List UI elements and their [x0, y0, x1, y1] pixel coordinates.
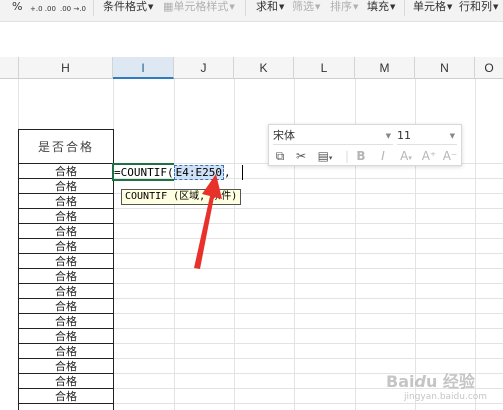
column-header-M[interactable]: M	[355, 57, 415, 79]
grid-line	[113, 238, 503, 239]
table-header-cell[interactable]: 是否合格	[19, 130, 113, 165]
grid-line	[113, 208, 503, 209]
row-col-button[interactable]: 行和列▼	[459, 0, 498, 18]
font-color-icon[interactable]: A▾	[395, 148, 417, 164]
column-header-bar: H I J K L M N O	[0, 57, 503, 79]
grid-line	[113, 268, 503, 269]
grid-line	[113, 358, 503, 359]
table-cell[interactable]: 合格	[19, 209, 113, 224]
row-col-label: 行和列	[459, 0, 492, 13]
table-cell[interactable]: 合格	[19, 314, 113, 329]
font-size-select[interactable]: 11 ▼	[397, 129, 457, 145]
chevron-down-icon: ▼	[148, 3, 154, 11]
formula-range-reference: E4:E250	[173, 165, 224, 180]
formula-suffix: ,	[223, 166, 231, 179]
table-cell[interactable]: 合格	[19, 269, 113, 284]
column-header-N[interactable]: N	[415, 57, 475, 79]
column-header-H[interactable]: H	[19, 57, 113, 79]
grid-line	[234, 79, 235, 410]
table-cell[interactable]: 合格	[19, 374, 113, 389]
column-header-L[interactable]: L	[294, 57, 355, 79]
chevron-down-icon: ▼	[385, 132, 391, 140]
column-header-K[interactable]: K	[234, 57, 294, 79]
table-cell[interactable]: 合格	[19, 254, 113, 269]
column-header-I[interactable]: I	[113, 57, 174, 79]
grid-line	[113, 223, 503, 224]
decrease-decimal-button[interactable]: .00 →.0	[60, 2, 86, 20]
toolbar-divider	[93, 0, 94, 16]
formula-prefix: =COUNTIF(	[114, 166, 174, 179]
chevron-down-icon: ▼	[229, 3, 235, 11]
grid-line	[475, 79, 476, 410]
sum-button[interactable]: 求和▼	[256, 0, 284, 18]
baidu-watermark-url: jingyan.baidu.com	[404, 392, 488, 402]
increase-decimal-button[interactable]: +.0 .00	[30, 2, 56, 20]
conditional-format-button[interactable]: 条件格式▼	[103, 0, 153, 18]
sort-label: 排序	[330, 0, 352, 13]
table-cell[interactable]: 合格	[19, 164, 113, 179]
table-cell[interactable]: 合格	[19, 299, 113, 314]
cell-style-label: 单元格样式	[173, 0, 229, 13]
grid-line	[113, 313, 503, 314]
increase-font-icon[interactable]: A⁺	[421, 148, 437, 164]
paste-icon[interactable]: ▤▾	[314, 148, 336, 164]
grid-line	[113, 298, 503, 299]
fill-label: 填充	[367, 0, 389, 13]
ribbon-toolbar: % +.0 .00 .00 →.0 条件格式▼ ▦单元格样式▼ 求和▼ 筛选▼ …	[0, 0, 503, 22]
chevron-down-icon: ▼	[493, 3, 499, 11]
grid-line	[113, 283, 503, 284]
fill-button[interactable]: 填充▼	[367, 0, 395, 18]
cell-button[interactable]: 单元格▼	[413, 0, 452, 18]
grid-line	[113, 343, 503, 344]
chevron-down-icon: ▼	[447, 3, 453, 11]
italic-icon[interactable]: I	[375, 148, 391, 164]
chevron-down-icon: ▼	[315, 3, 321, 11]
copy-icon[interactable]: ⧉	[272, 148, 288, 164]
column-header-O[interactable]: O	[475, 57, 503, 79]
decrease-font-icon[interactable]: A⁻	[442, 148, 458, 164]
text-caret	[242, 165, 243, 180]
filter-button[interactable]: 筛选▼	[292, 0, 320, 18]
table-cell[interactable]: 合格	[19, 329, 113, 344]
table-cell[interactable]: 合格	[19, 194, 113, 209]
grid-line	[174, 79, 175, 410]
table-border	[18, 403, 114, 404]
conditional-format-label: 条件格式	[103, 0, 147, 13]
font-size-value: 11	[397, 129, 411, 142]
floating-format-toolbar: 宋体 ▼ 11 ▼ ⧉ ✂ ▤▾ | B I A▾ A⁺ A⁻	[268, 124, 462, 166]
table-cell[interactable]: 合格	[19, 359, 113, 374]
cell-label: 单元格	[413, 0, 446, 13]
function-tooltip: COUNTIF (区域, 条件)	[121, 189, 242, 205]
chevron-down-icon: ▼	[390, 3, 396, 11]
table-cell[interactable]: 合格	[19, 179, 113, 194]
grid-line	[113, 403, 503, 404]
filter-label: 筛选	[292, 0, 314, 13]
column-header-G[interactable]	[0, 57, 19, 79]
table-cell[interactable]: 合格	[19, 284, 113, 299]
grid-line	[113, 328, 503, 329]
cell-formula-editor[interactable]: =COUNTIF(E4:E250,	[114, 165, 231, 181]
chevron-down-icon: ▼	[279, 3, 285, 11]
percent-style-button[interactable]: %	[12, 0, 22, 18]
font-name-select[interactable]: 宋体 ▼	[273, 129, 393, 145]
column-header-J[interactable]: J	[174, 57, 234, 79]
table-cell[interactable]: 合格	[19, 389, 113, 404]
toolbar-divider	[245, 0, 246, 16]
font-name-value: 宋体	[273, 129, 295, 142]
table-cell[interactable]: 合格	[19, 344, 113, 359]
cell-style-button[interactable]: ▦单元格样式▼	[163, 0, 235, 18]
cut-icon[interactable]: ✂	[293, 148, 309, 164]
grid-line	[113, 253, 503, 254]
sort-button[interactable]: 排序▼	[330, 0, 358, 18]
table-cell[interactable]: 合格	[19, 239, 113, 254]
chevron-down-icon: ▼	[353, 3, 359, 11]
cell-style-icon: ▦	[163, 0, 174, 13]
sum-label: 求和	[256, 0, 278, 13]
chevron-down-icon: ▼	[449, 132, 455, 140]
table-cell[interactable]: 合格	[19, 224, 113, 239]
toolbar-divider	[404, 0, 405, 16]
baidu-watermark: Baidu 经验	[386, 372, 475, 391]
bold-icon[interactable]: B	[353, 148, 369, 164]
